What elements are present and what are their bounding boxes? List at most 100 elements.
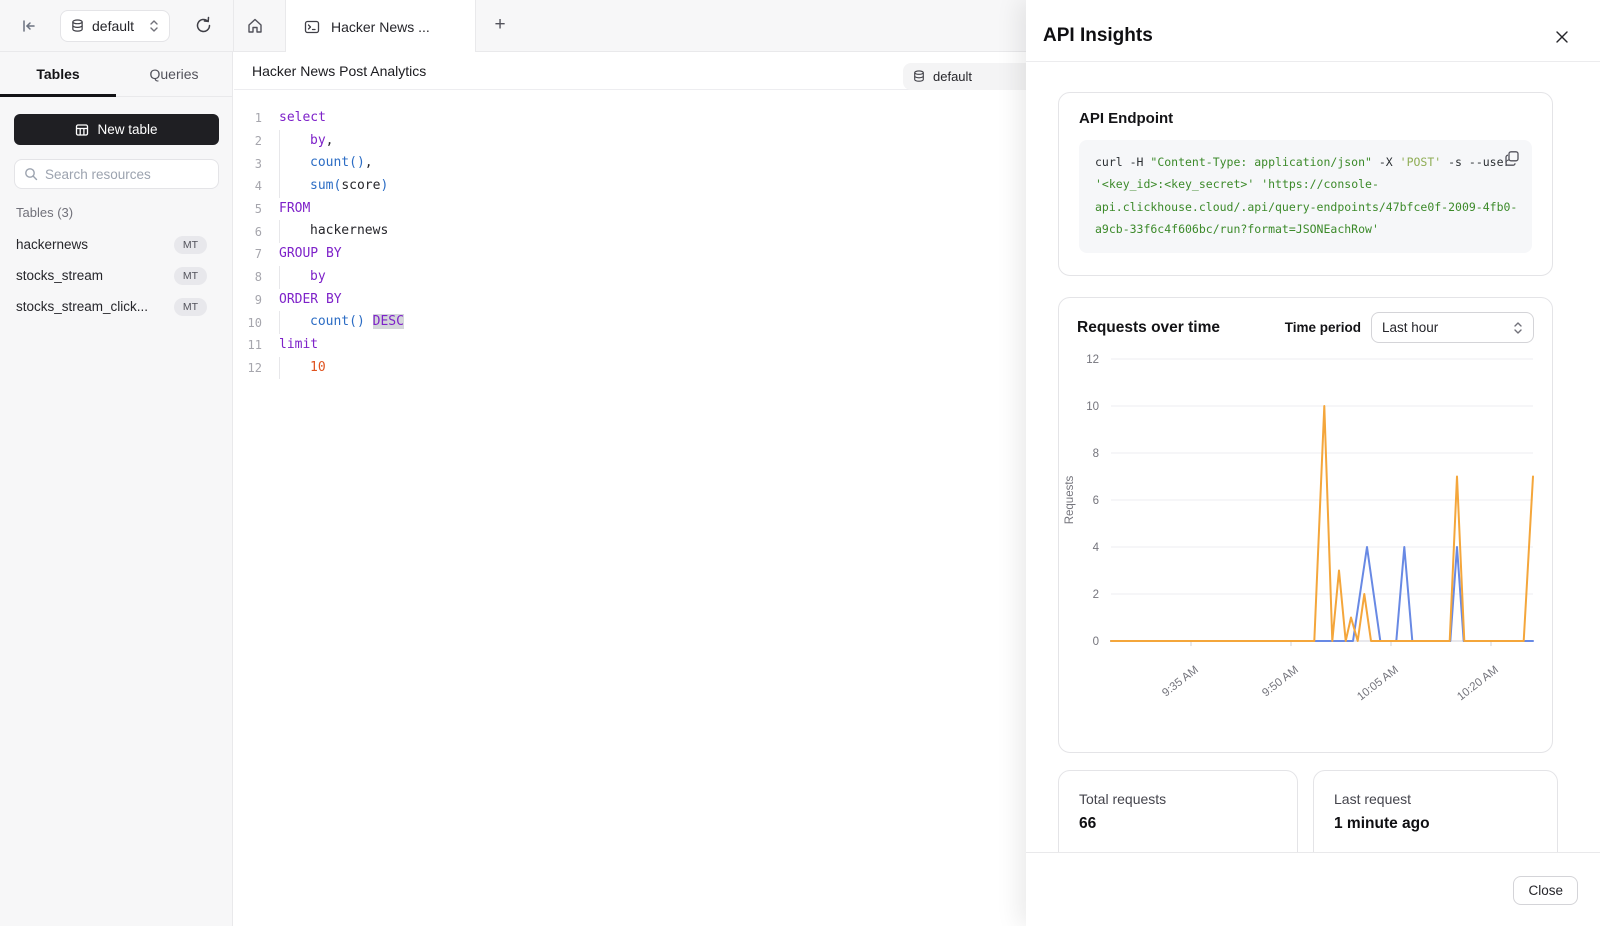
close-button[interactable]: Close bbox=[1513, 876, 1578, 905]
code-token: score bbox=[341, 178, 380, 193]
line-number: 4 bbox=[234, 179, 262, 193]
table-engine-badge: MT bbox=[174, 298, 207, 316]
code-token bbox=[365, 314, 373, 329]
line-number: 12 bbox=[234, 361, 262, 375]
refresh-icon[interactable] bbox=[194, 16, 213, 35]
code-token: a9cb-33f6c4f606bc/run?format=JSONEachRow… bbox=[1095, 222, 1379, 236]
table-name: stocks_stream_click... bbox=[16, 299, 174, 314]
sql-line: 1 select bbox=[234, 107, 1026, 130]
curl-line: '<key_id>:<key_secret>' 'https://console… bbox=[1095, 173, 1516, 195]
time-period-value: Last hour bbox=[1382, 320, 1513, 335]
search-resources-input[interactable] bbox=[45, 167, 209, 182]
code-token: -s --user bbox=[1441, 155, 1510, 169]
collapse-sidebar-icon[interactable] bbox=[20, 17, 38, 35]
close-icon[interactable] bbox=[1554, 29, 1570, 45]
code-token: 'POST' bbox=[1400, 155, 1442, 169]
code-token: ) bbox=[380, 178, 388, 193]
requests-over-time-card: Requests over time Time period Last hour… bbox=[1058, 297, 1553, 753]
curl-line: curl -H "Content-Type: application/json"… bbox=[1095, 151, 1516, 173]
sql-line: 4 sum(score) bbox=[234, 175, 1026, 198]
home-icon[interactable] bbox=[246, 17, 264, 35]
curl-line: a9cb-33f6c4f606bc/run?format=JSONEachRow… bbox=[1095, 218, 1516, 240]
database-icon bbox=[71, 19, 84, 33]
y-tick-label: 0 bbox=[1093, 636, 1099, 648]
code-token: 'https://console- bbox=[1261, 177, 1379, 191]
y-tick-label: 2 bbox=[1093, 589, 1099, 601]
search-icon bbox=[24, 167, 38, 181]
new-table-button[interactable]: New table bbox=[14, 114, 219, 145]
code-token: '<key_id>:<key_secret>' bbox=[1095, 177, 1254, 191]
sql-line-text: select bbox=[279, 107, 326, 130]
sidebar-tab-tables[interactable]: Tables bbox=[0, 52, 116, 96]
sql-line-text: FROM bbox=[279, 198, 310, 221]
chevron-updown-icon bbox=[1513, 321, 1523, 335]
code-token: count() bbox=[310, 155, 365, 170]
stat-label: Total requests bbox=[1079, 791, 1277, 807]
toolbar-divider bbox=[233, 0, 234, 52]
line-number: 10 bbox=[234, 316, 262, 330]
sql-line-text: hackernews bbox=[279, 220, 388, 243]
y-axis-title: Requests bbox=[1064, 475, 1076, 524]
code-token: count() bbox=[310, 314, 365, 329]
tab-label: Hacker News ... bbox=[331, 19, 430, 35]
tables-section-label: Tables (3) bbox=[16, 205, 73, 220]
table-row[interactable]: stocks_streamMT bbox=[16, 260, 219, 291]
sql-line: 6hackernews bbox=[234, 220, 1026, 243]
code-token: select bbox=[279, 110, 326, 125]
code-token: -X bbox=[1372, 155, 1400, 169]
sidebar: Tables Queries New table Tables (3) hack… bbox=[0, 52, 233, 926]
series-orange bbox=[1111, 406, 1533, 641]
code-token: curl -H bbox=[1095, 155, 1150, 169]
sql-line: 10count() DESC bbox=[234, 311, 1026, 334]
line-number: 7 bbox=[234, 247, 262, 261]
stat-label: Last request bbox=[1334, 791, 1537, 807]
query-editor: Hacker News Post Analytics default 1 sele… bbox=[234, 52, 1026, 926]
stat-value: 66 bbox=[1079, 815, 1277, 833]
code-token: GROUP BY bbox=[279, 246, 342, 261]
y-tick-label: 4 bbox=[1093, 542, 1100, 554]
table-grid-icon bbox=[75, 123, 89, 137]
table-row[interactable]: stocks_stream_click...MT bbox=[16, 291, 219, 322]
sql-line-text: limit bbox=[279, 334, 318, 357]
curl-line: api.clickhouse.cloud/.api/query-endpoint… bbox=[1095, 196, 1516, 218]
api-endpoint-title: API Endpoint bbox=[1079, 110, 1532, 127]
new-table-label: New table bbox=[97, 122, 157, 137]
table-engine-badge: MT bbox=[174, 236, 207, 254]
x-tick-label: 10:05 AM bbox=[1355, 664, 1401, 703]
editor-toolbar: Hacker News Post Analytics default bbox=[234, 52, 1026, 90]
api-endpoint-card: API Endpoint curl -H "Content-Type: appl… bbox=[1058, 92, 1553, 276]
y-tick-label: 8 bbox=[1093, 448, 1099, 460]
y-tick-label: 12 bbox=[1086, 354, 1099, 366]
table-name: stocks_stream bbox=[16, 268, 174, 283]
database-selector-value: default bbox=[92, 18, 141, 34]
requests-over-time-title: Requests over time bbox=[1077, 319, 1285, 337]
code-token: api.clickhouse.cloud/.api/query-endpoint… bbox=[1095, 200, 1517, 214]
code-token: , bbox=[326, 133, 334, 148]
sql-line: 1210 bbox=[234, 357, 1026, 380]
table-row[interactable]: hackernewsMT bbox=[16, 229, 219, 260]
y-tick-label: 10 bbox=[1086, 401, 1099, 413]
new-tab-plus-icon[interactable]: + bbox=[490, 15, 510, 35]
sql-line-text: by bbox=[279, 266, 326, 289]
time-period-select[interactable]: Last hour bbox=[1371, 312, 1534, 343]
line-number: 2 bbox=[234, 134, 262, 148]
sidebar-tab-queries[interactable]: Queries bbox=[116, 52, 232, 96]
line-number: 5 bbox=[234, 202, 262, 216]
time-period-label: Time period bbox=[1285, 320, 1361, 335]
code-token: ORDER BY bbox=[279, 292, 342, 307]
copy-icon[interactable] bbox=[1504, 150, 1520, 166]
requests-card-header: Requests over time Time period Last hour bbox=[1059, 298, 1552, 343]
sql-code-editor[interactable]: 1select2by,3count(),4sum(score)5FROM6hac… bbox=[234, 107, 1026, 379]
sql-line: 2by, bbox=[234, 130, 1026, 153]
sql-line: 3count(), bbox=[234, 152, 1026, 175]
line-number: 1 bbox=[234, 111, 262, 125]
sidebar-tabs: Tables Queries bbox=[0, 52, 232, 97]
code-token: limit bbox=[279, 337, 318, 352]
sql-line-text: sum(score) bbox=[279, 175, 388, 198]
table-list: hackernewsMTstocks_streamMTstocks_stream… bbox=[16, 229, 219, 322]
code-token: sum( bbox=[310, 178, 341, 193]
code-token: FROM bbox=[279, 201, 310, 216]
database-selector[interactable]: default bbox=[60, 10, 170, 42]
editor-database-chip[interactable]: default bbox=[903, 63, 1033, 90]
tab-hacker-news-query[interactable]: Hacker News ... bbox=[285, 0, 476, 53]
